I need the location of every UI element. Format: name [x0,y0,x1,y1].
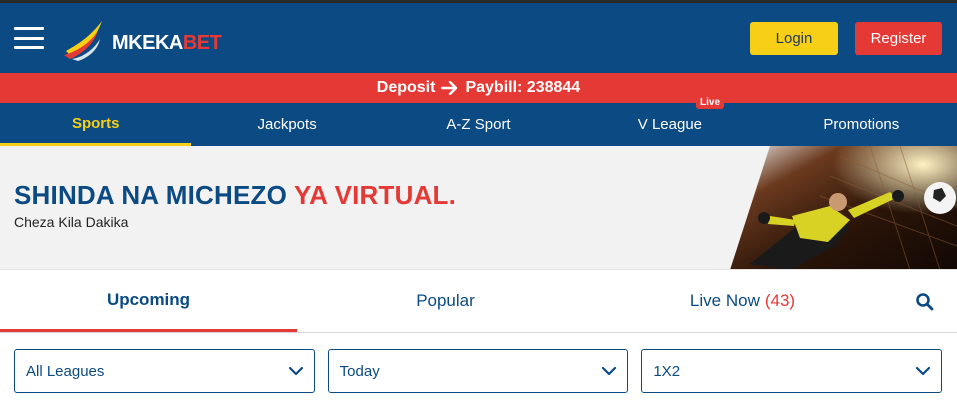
chevron-down-icon [288,366,303,376]
deposit-bar[interactable]: Deposit Paybill: 238844 [0,73,957,103]
nav-item-label: V League [637,116,703,133]
tab-label: Upcoming [106,289,191,309]
filters-row: All Leagues Today 1X2 [0,333,957,393]
nav-item-v-league[interactable]: V League Live [574,96,765,146]
main-nav: Sports Jackpots A-Z Sport V League Live … [0,96,957,146]
tab-popular[interactable]: Popular [297,270,594,332]
live-badge: Live [696,96,725,109]
logo-text: MKEKABET [112,31,222,55]
tab-label: Popular [416,291,475,310]
chevron-down-icon [602,366,617,376]
nav-item-label: Sports [71,114,120,132]
match-tabs: Upcoming Popular Live Now (43) [0,270,957,333]
nav-item-label: Promotions [823,116,900,133]
header-bar: MKEKABET Login Register [0,3,957,73]
nav-item-sports[interactable]: Sports [0,103,192,146]
chevron-down-icon [915,366,931,376]
league-select-value: All Leagues [26,362,105,380]
goalkeeper-image [730,146,957,269]
logo-swoosh-icon [64,21,102,61]
menu-icon[interactable] [14,27,44,49]
nav-item-label: A-Z Sport [446,116,511,133]
paybill-number: Paybill: 238844 [465,79,581,96]
league-select[interactable]: All Leagues [14,349,315,393]
banner-title-accent: YA VIRTUAL. [293,180,457,210]
tab-upcoming[interactable]: Upcoming [0,270,297,332]
register-button[interactable]: Register [855,22,942,55]
tab-live-now[interactable]: Live Now (43) [594,270,891,332]
banner-title-main: SHINDA NA MICHEZO [14,180,294,210]
promo-banner[interactable]: SHINDA NA MICHEZO YA VIRTUAL. Cheza Kila… [0,146,957,270]
banner-title: SHINDA NA MICHEZO YA VIRTUAL. [14,180,456,211]
logo-text-main: MKEKA [112,31,183,54]
nav-item-jackpots[interactable]: Jackpots [191,103,382,146]
date-select[interactable]: Today [327,349,629,393]
nav-item-promotions[interactable]: Promotions [766,103,957,146]
site-logo[interactable]: MKEKABET [62,17,222,63]
arrow-right-icon [441,81,458,95]
live-count: (43) [764,291,796,310]
tab-label: Live Now [689,291,760,310]
logo-text-accent: BET [182,31,222,54]
login-button[interactable]: Login [750,22,838,55]
nav-item-az-sport[interactable]: A-Z Sport [383,103,574,146]
deposit-label: Deposit [376,79,436,96]
banner-subtitle: Cheza Kila Dakika [14,214,129,230]
date-select-value: Today [339,362,380,380]
nav-item-label: Jackpots [257,116,317,133]
market-select[interactable]: 1X2 [641,349,943,393]
market-select-value: 1X2 [653,362,681,380]
search-icon[interactable] [915,292,935,312]
